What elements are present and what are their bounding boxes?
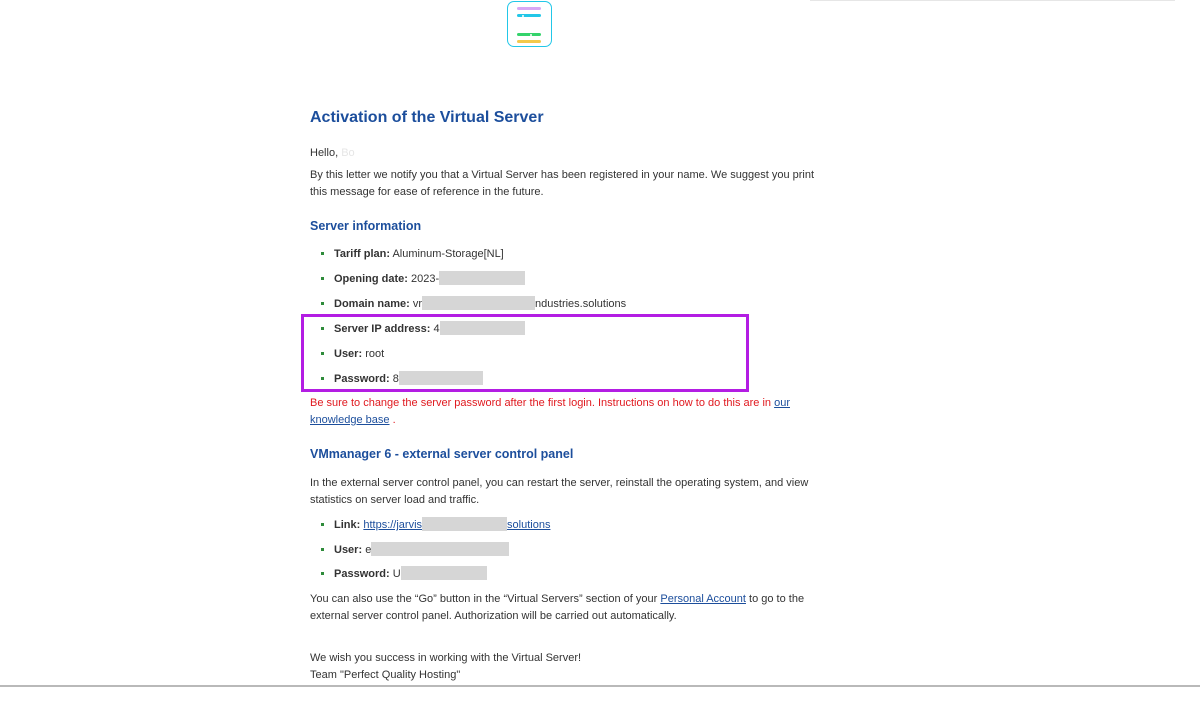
- bullet-icon: [321, 547, 324, 551]
- list-item-panel-link: Link: https://jarvis solutions: [321, 517, 550, 534]
- email-title: Activation of the Virtual Server: [310, 109, 544, 126]
- personal-account-paragraph: You can also use the “Go” button in the …: [310, 593, 805, 622]
- panel-intro: In the external server control panel, yo…: [310, 477, 809, 506]
- bullet-icon: [321, 522, 324, 526]
- redacted-block: [371, 542, 510, 557]
- signature: Team "Perfect Quality Hosting": [310, 669, 461, 681]
- list-item-opening-date: Opening date: 2023-: [321, 271, 526, 288]
- bullet-icon: [321, 251, 324, 255]
- panel-heading: VMmanager 6 - external server control pa…: [310, 447, 574, 461]
- greeting-name: Bo: [341, 147, 355, 159]
- personal-account-link[interactable]: Personal Account: [660, 593, 746, 605]
- redacted-block: [439, 271, 526, 286]
- panel-url-link[interactable]: https://jarvis solutions: [363, 517, 550, 532]
- top-divider: [810, 0, 1175, 1]
- list-item-tariff: Tariff plan: Aluminum-Storage[NL]: [321, 246, 504, 263]
- password-warning: Be sure to change the server password af…: [310, 397, 790, 426]
- list-item-domain: Domain name: vr ndustries.solutions: [321, 296, 626, 313]
- redacted-block: [422, 296, 536, 311]
- server-info-heading: Server information: [310, 219, 422, 233]
- bullet-icon: [321, 571, 324, 575]
- hosting-logo-icon: [507, 1, 552, 47]
- bullet-icon: [321, 301, 324, 305]
- bullet-icon: [321, 276, 324, 280]
- greeting: Hello, Bo: [310, 147, 355, 159]
- bottom-divider: [0, 685, 1200, 687]
- redacted-block: [422, 517, 508, 532]
- intro-paragraph: By this letter we notify you that a Virt…: [310, 169, 815, 198]
- credentials-highlight-box: [301, 314, 749, 392]
- list-item-panel-user: User: e: [321, 542, 510, 559]
- redacted-block: [400, 566, 487, 581]
- list-item-panel-password: Password: U: [321, 566, 487, 583]
- closing-line: We wish you success in working with the …: [310, 652, 582, 664]
